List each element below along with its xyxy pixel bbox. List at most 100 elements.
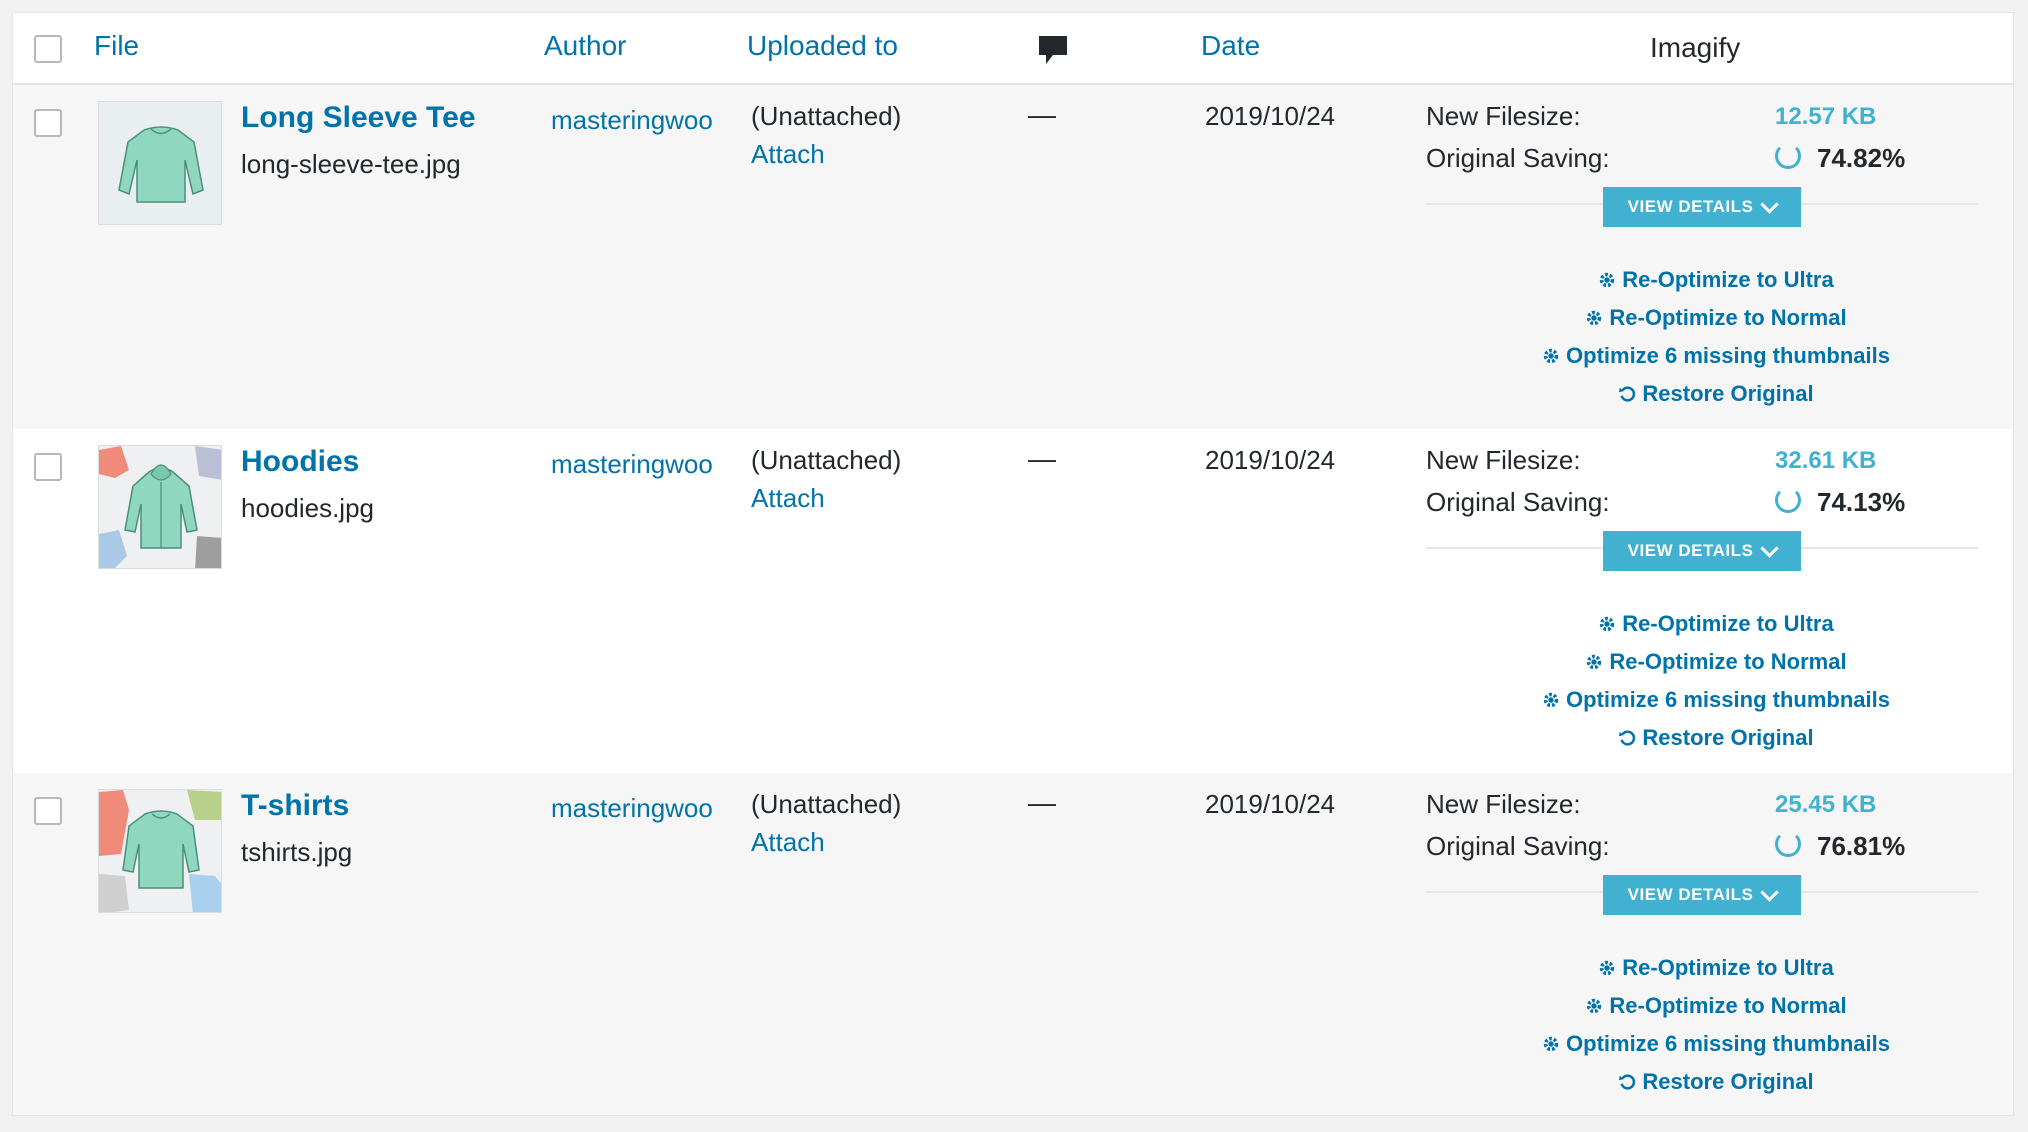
saving-chart-icon xyxy=(1775,487,1801,513)
media-title-link[interactable]: Long Sleeve Tee xyxy=(241,101,476,135)
row-checkbox[interactable] xyxy=(34,109,62,137)
new-filesize-value: 25.45 KB xyxy=(1775,791,1877,818)
author-link[interactable]: masteringwoo xyxy=(551,101,721,139)
attach-link[interactable]: Attach xyxy=(751,483,825,514)
comments-count: — xyxy=(1028,99,1056,130)
comments-count: — xyxy=(1028,443,1056,474)
select-all-checkbox[interactable] xyxy=(34,35,62,63)
media-date: 2019/10/24 xyxy=(1205,101,1336,131)
optimize-missing-thumbnails-link[interactable]: Optimize 6 missing thumbnails xyxy=(1426,681,2006,719)
column-uploaded-to-header[interactable]: Uploaded to xyxy=(747,30,898,62)
column-file-header[interactable]: File xyxy=(94,30,139,62)
reoptimize-normal-link[interactable]: Re-Optimize to Normal xyxy=(1426,643,2006,681)
restore-original-label: Restore Original xyxy=(1642,725,1814,750)
view-details-button[interactable]: VIEW DETAILS xyxy=(1603,875,1801,915)
table-row: T-shirts tshirts.jpg masteringwoo (Unatt… xyxy=(13,773,2013,1115)
row-checkbox[interactable] xyxy=(34,797,62,825)
media-filename: long-sleeve-tee.jpg xyxy=(241,149,461,179)
uploaded-to-status: (Unattached) xyxy=(751,445,902,475)
gear-icon xyxy=(1587,310,1602,326)
reoptimize-ultra-label: Re-Optimize to Ultra xyxy=(1622,267,1834,292)
original-saving: 74.82% xyxy=(1775,143,1905,174)
optimize-missing-label: Optimize 6 missing thumbnails xyxy=(1566,343,1890,368)
tshirts-image xyxy=(99,790,221,912)
column-date-header[interactable]: Date xyxy=(1201,30,1260,62)
optimize-missing-thumbnails-link[interactable]: Optimize 6 missing thumbnails xyxy=(1426,1025,2006,1063)
reoptimize-normal-link[interactable]: Re-Optimize to Normal xyxy=(1426,987,2006,1025)
uploaded-to-status: (Unattached) xyxy=(751,101,902,131)
reoptimize-ultra-link[interactable]: Re-Optimize to Ultra xyxy=(1426,949,2006,987)
original-saving: 74.13% xyxy=(1775,487,1905,518)
gear-icon xyxy=(1587,654,1602,670)
thumbnail-tshirts[interactable] xyxy=(98,789,222,913)
gear-icon xyxy=(1600,616,1615,632)
imagify-actions: Re-Optimize to Ultra Re-Optimize to Norm… xyxy=(1426,605,2006,757)
table-row: Hoodies hoodies.jpg masteringwoo (Unatta… xyxy=(13,429,2013,773)
original-saving-label: Original Saving: xyxy=(1426,143,1610,173)
thumbnail-long-sleeve-tee[interactable] xyxy=(98,101,222,225)
reoptimize-normal-label: Re-Optimize to Normal xyxy=(1609,993,1847,1018)
view-details-label: VIEW DETAILS xyxy=(1627,541,1754,560)
media-date: 2019/10/24 xyxy=(1205,445,1336,475)
restore-icon xyxy=(1619,730,1636,746)
author-link[interactable]: masteringwoo xyxy=(551,789,721,827)
restore-original-label: Restore Original xyxy=(1642,381,1814,406)
original-saving-value: 74.82% xyxy=(1817,143,1906,173)
reoptimize-normal-label: Re-Optimize to Normal xyxy=(1609,649,1847,674)
restore-original-link[interactable]: Restore Original xyxy=(1426,375,2006,413)
column-author-header[interactable]: Author xyxy=(544,30,627,62)
original-saving: 76.81% xyxy=(1775,831,1905,862)
reoptimize-ultra-link[interactable]: Re-Optimize to Ultra xyxy=(1426,605,2006,643)
comments-count: — xyxy=(1028,787,1056,818)
long-sleeve-tee-image xyxy=(99,102,221,224)
new-filesize-value: 12.57 KB xyxy=(1775,103,1877,130)
original-saving-label: Original Saving: xyxy=(1426,487,1610,517)
gear-icon xyxy=(1543,692,1559,708)
media-library-table: File Author Uploaded to Date Imagify Lon… xyxy=(12,12,2014,1116)
restore-original-link[interactable]: Restore Original xyxy=(1426,1063,2006,1101)
reoptimize-ultra-label: Re-Optimize to Ultra xyxy=(1622,955,1834,980)
reoptimize-ultra-link[interactable]: Re-Optimize to Ultra xyxy=(1426,261,2006,299)
comment-bubble-icon[interactable] xyxy=(1036,33,1070,67)
gear-icon xyxy=(1600,960,1615,976)
imagify-actions: Re-Optimize to Ultra Re-Optimize to Norm… xyxy=(1426,261,2006,413)
uploaded-to-status: (Unattached) xyxy=(751,789,902,819)
new-filesize-label: New Filesize: xyxy=(1426,789,1581,819)
attach-link[interactable]: Attach xyxy=(751,139,825,170)
attach-link[interactable]: Attach xyxy=(751,827,825,858)
restore-icon xyxy=(1619,1074,1636,1090)
restore-icon xyxy=(1619,386,1636,402)
view-details-button[interactable]: VIEW DETAILS xyxy=(1603,187,1801,227)
reoptimize-normal-link[interactable]: Re-Optimize to Normal xyxy=(1426,299,2006,337)
view-details-button[interactable]: VIEW DETAILS xyxy=(1603,531,1801,571)
saving-chart-icon xyxy=(1775,143,1801,169)
table-header: File Author Uploaded to Date Imagify xyxy=(13,13,2013,85)
table-row: Long Sleeve Tee long-sleeve-tee.jpg mast… xyxy=(13,85,2013,429)
chevron-down-icon xyxy=(1760,538,1780,558)
reoptimize-normal-label: Re-Optimize to Normal xyxy=(1609,305,1847,330)
reoptimize-ultra-label: Re-Optimize to Ultra xyxy=(1622,611,1834,636)
media-date: 2019/10/24 xyxy=(1205,789,1336,819)
original-saving-value: 76.81% xyxy=(1817,831,1906,861)
new-filesize-label: New Filesize: xyxy=(1426,445,1581,475)
gear-icon xyxy=(1587,998,1602,1014)
row-checkbox[interactable] xyxy=(34,453,62,481)
thumbnail-hoodies[interactable] xyxy=(98,445,222,569)
view-details-label: VIEW DETAILS xyxy=(1627,885,1754,904)
chevron-down-icon xyxy=(1760,882,1780,902)
optimize-missing-label: Optimize 6 missing thumbnails xyxy=(1566,687,1890,712)
imagify-actions: Re-Optimize to Ultra Re-Optimize to Norm… xyxy=(1426,949,2006,1101)
chevron-down-icon xyxy=(1760,194,1780,214)
author-link[interactable]: masteringwoo xyxy=(551,445,721,483)
media-title-link[interactable]: T-shirts xyxy=(241,789,349,823)
saving-chart-icon xyxy=(1775,831,1801,857)
media-title-link[interactable]: Hoodies xyxy=(241,445,359,479)
media-filename: tshirts.jpg xyxy=(241,837,353,867)
optimize-missing-label: Optimize 6 missing thumbnails xyxy=(1566,1031,1890,1056)
restore-original-link[interactable]: Restore Original xyxy=(1426,719,2006,757)
original-saving-label: Original Saving: xyxy=(1426,831,1610,861)
optimize-missing-thumbnails-link[interactable]: Optimize 6 missing thumbnails xyxy=(1426,337,2006,375)
new-filesize-label: New Filesize: xyxy=(1426,101,1581,131)
column-imagify-header: Imagify xyxy=(1650,32,1741,63)
view-details-label: VIEW DETAILS xyxy=(1627,197,1754,216)
